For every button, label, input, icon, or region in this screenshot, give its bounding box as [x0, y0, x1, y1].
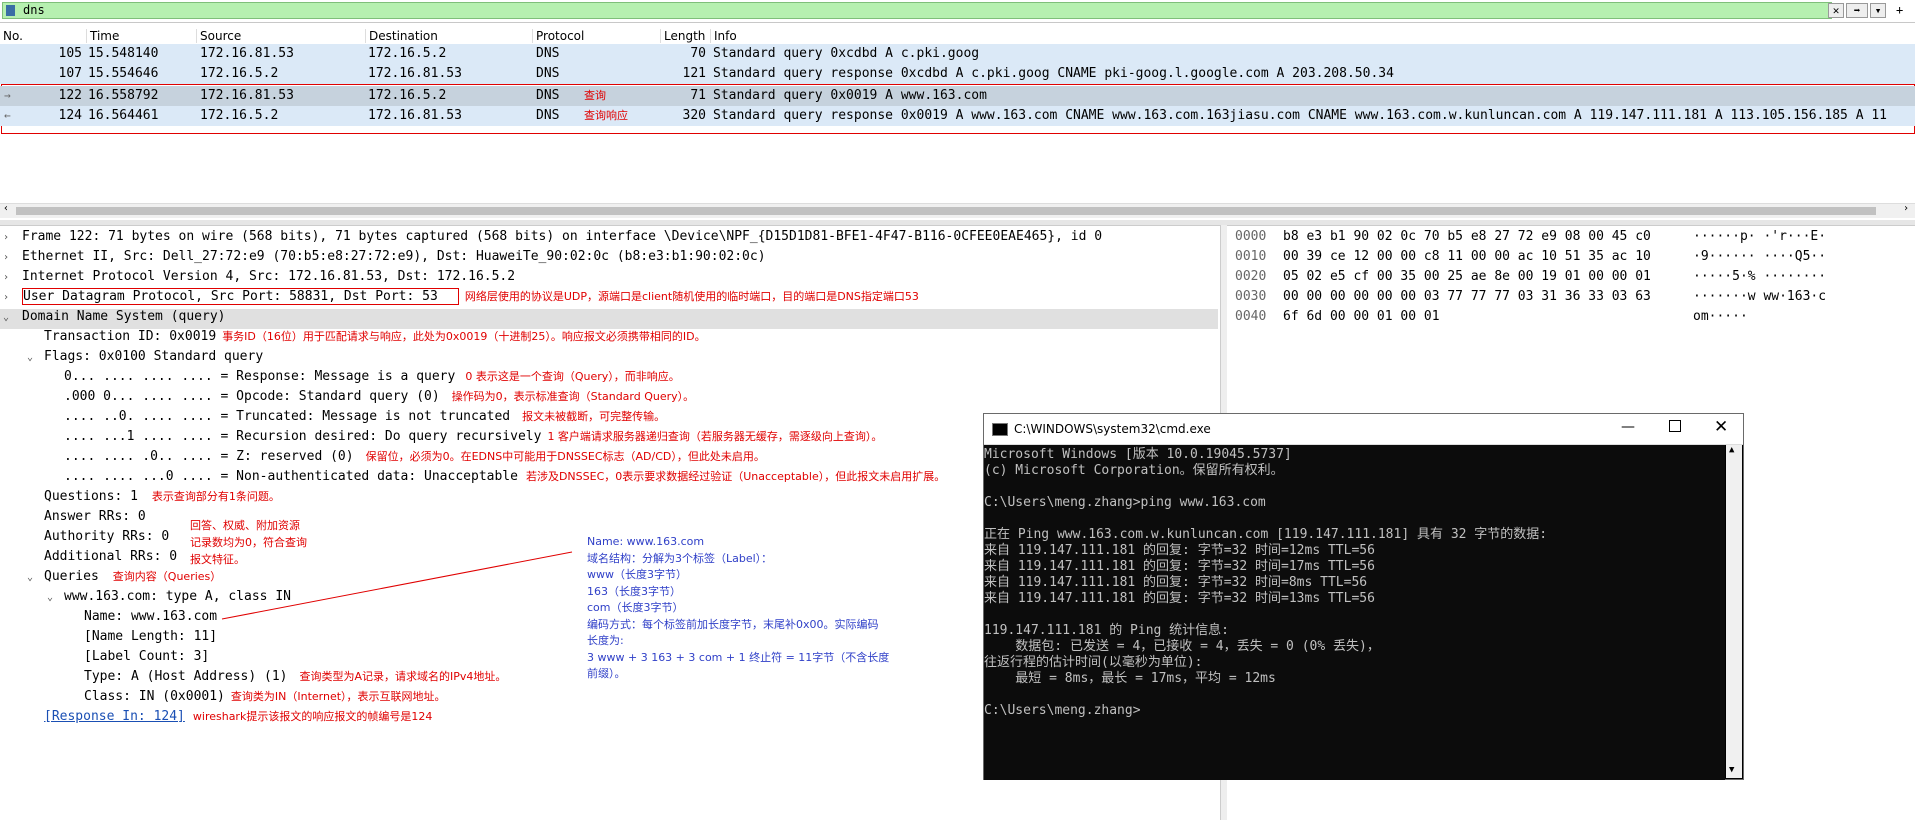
close-icon[interactable]: ✕ [1714, 417, 1728, 437]
cmd-vscrollbar[interactable]: ▲ ▼ [1726, 445, 1742, 778]
scroll-down-icon[interactable]: ▼ [1729, 765, 1734, 775]
cmd-console-output[interactable]: Microsoft Windows [版本 10.0.19045.5737] (… [984, 445, 1725, 780]
cmd-app-icon [992, 423, 1008, 436]
hex-row[interactable]: 0000 b8 e3 b1 90 02 0c 70 b5 e8 27 72 e9 … [1235, 227, 1826, 247]
hex-row[interactable]: 0030 00 00 00 00 00 00 03 77 77 77 03 31 … [1235, 287, 1826, 307]
cmd-titlebar[interactable]: C:\WINDOWS\system32\cmd.exe — ✕ [984, 414, 1743, 445]
scroll-up-icon[interactable]: ▲ [1729, 445, 1734, 455]
hex-row[interactable]: 0010 00 39 ce 12 00 00 c8 11 00 00 ac 10 … [1235, 247, 1826, 267]
cmd-window[interactable]: C:\WINDOWS\system32\cmd.exe — ✕ Microsof… [983, 413, 1744, 780]
name-explanation: Name: www.163.com 域名结构：分解为3个标签（Label）： w… [587, 535, 890, 680]
hex-row[interactable]: 0040 6f 6d 00 00 01 00 01 om····· [1235, 307, 1748, 327]
hex-row[interactable]: 0020 05 02 e5 cf 00 35 00 25 ae 8e 00 19 … [1235, 267, 1826, 287]
cmd-window-title: C:\WINDOWS\system32\cmd.exe [1014, 422, 1211, 436]
minimize-icon[interactable]: — [1621, 419, 1635, 435]
maximize-icon[interactable] [1669, 420, 1681, 432]
